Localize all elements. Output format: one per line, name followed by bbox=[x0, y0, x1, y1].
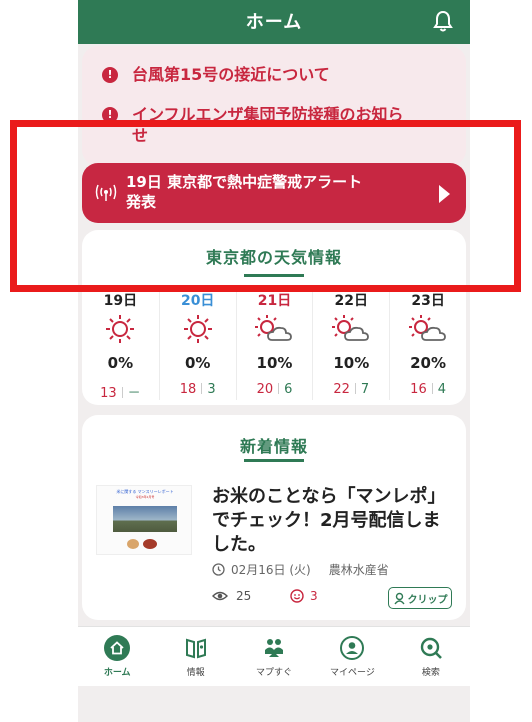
views-value: 25 bbox=[236, 589, 252, 603]
people-icon bbox=[265, 639, 284, 657]
tab-label: 検索 bbox=[421, 668, 440, 678]
sun-cloud-icon bbox=[409, 315, 446, 341]
temperatures: 20 6 bbox=[237, 382, 313, 397]
article-meta: 02月16日 (火) 農林水産省 bbox=[212, 561, 389, 578]
tab-label: マプすぐ bbox=[256, 668, 293, 678]
thumbnail-photo bbox=[113, 506, 177, 532]
clip-label: クリップ bbox=[407, 594, 448, 606]
sun-cloud-icon bbox=[332, 315, 370, 341]
forecast-day: 22日 10% 22 7 bbox=[312, 290, 389, 400]
article-source: 農林水産省 bbox=[328, 563, 389, 577]
tab-label: マイページ bbox=[330, 668, 375, 678]
temperatures: 16 4 bbox=[390, 382, 466, 397]
sun-icon bbox=[106, 315, 135, 343]
smile-icon bbox=[290, 589, 304, 603]
article-thumbnail: 米に関する マンスリーレポート 令和3年2月号 bbox=[96, 485, 192, 555]
news-card: 新着情報 米に関する マンスリーレポート 令和3年2月号 お米のことなら「マンレ… bbox=[82, 415, 466, 620]
annotation-highlight-box bbox=[10, 120, 521, 292]
precip-chance: 10% bbox=[333, 354, 370, 372]
bell-icon[interactable] bbox=[432, 9, 454, 33]
thumbnail-subtitle: 令和3年2月号 bbox=[135, 495, 155, 499]
map-book-icon bbox=[185, 638, 206, 659]
notice-item[interactable]: ! 台風第15号の接近について bbox=[102, 64, 452, 85]
clock-icon bbox=[212, 563, 225, 576]
temp-high: 16 bbox=[410, 382, 427, 397]
page-title: ホーム bbox=[245, 12, 303, 33]
thumbnail-food bbox=[127, 539, 139, 549]
tab-mapsugu[interactable]: マプすぐ bbox=[235, 627, 313, 686]
temp-low: 4 bbox=[437, 382, 446, 397]
forecast-day: 21日 10% 20 6 bbox=[235, 290, 313, 400]
bottom-tab-bar: ホーム 情報 マプすぐ マイページ 検索 bbox=[78, 626, 470, 686]
user-icon bbox=[340, 636, 365, 660]
search-icon bbox=[420, 637, 442, 659]
precip-chance: 0% bbox=[184, 354, 211, 372]
precip-chance: 20% bbox=[410, 354, 447, 372]
tab-mypage[interactable]: マイページ bbox=[313, 627, 391, 686]
tab-label: ホーム bbox=[103, 668, 131, 678]
precip-chance: 0% bbox=[107, 354, 134, 372]
eye-icon bbox=[212, 591, 228, 601]
article-date: 02月16日 (火) bbox=[231, 563, 311, 577]
clip-button[interactable]: クリップ bbox=[388, 587, 452, 609]
temp-high: 18 bbox=[179, 382, 197, 397]
view-count: 25 bbox=[212, 589, 251, 603]
temp-low: 3 bbox=[207, 382, 216, 397]
forecast-row: 19日 0% 13 － 20日 0% 18 3 21日 10% 20 6 22日… bbox=[82, 290, 466, 401]
temp-high: 20 bbox=[256, 382, 274, 397]
likes-value: 3 bbox=[310, 589, 318, 603]
tab-info[interactable]: 情報 bbox=[156, 627, 234, 686]
temp-high: 22 bbox=[333, 382, 350, 397]
sun-icon bbox=[183, 315, 212, 343]
temperatures: 13 － bbox=[82, 382, 159, 401]
exclamation-icon: ! bbox=[102, 67, 118, 83]
news-title: 新着情報 bbox=[239, 437, 308, 456]
temp-low: 7 bbox=[360, 382, 370, 397]
like-count[interactable]: 3 bbox=[290, 589, 318, 603]
day-label: 20日 bbox=[180, 293, 215, 309]
tab-home[interactable]: ホーム bbox=[78, 627, 156, 686]
notice-text: 台風第15号の接近について bbox=[132, 65, 330, 84]
tab-label: 情報 bbox=[186, 668, 205, 678]
day-label: 19日 bbox=[103, 293, 138, 309]
title-underline bbox=[244, 459, 304, 462]
thumbnail-food bbox=[143, 539, 157, 549]
forecast-day: 20日 0% 18 3 bbox=[158, 290, 236, 400]
temp-high: 13 bbox=[100, 386, 117, 401]
temp-low: 6 bbox=[284, 382, 293, 397]
forecast-day: 19日 0% 13 － bbox=[82, 290, 159, 401]
sun-cloud-icon bbox=[255, 315, 293, 341]
app-header: ホーム bbox=[78, 0, 470, 44]
temperatures: 22 7 bbox=[313, 382, 389, 397]
home-icon bbox=[104, 635, 131, 661]
news-article[interactable]: 米に関する マンスリーレポート 令和3年2月号 お米のことなら「マンレポ」でチェ… bbox=[82, 463, 466, 613]
temp-low: － bbox=[127, 386, 141, 401]
tab-search[interactable]: 検索 bbox=[392, 627, 470, 686]
day-label: 23日 bbox=[411, 293, 445, 309]
temperatures: 18 3 bbox=[160, 382, 236, 397]
clip-icon bbox=[393, 592, 405, 604]
forecast-day: 23日 20% 16 4 bbox=[389, 290, 466, 400]
phone-screen: ホーム ! 台風第15号の接近について ! インフルエンザ集団予防接種のお知ら … bbox=[78, 0, 470, 722]
precip-chance: 10% bbox=[256, 354, 293, 372]
day-label: 21日 bbox=[257, 293, 292, 309]
article-stats: 25 3 クリップ bbox=[212, 587, 452, 609]
article-title[interactable]: お米のことなら「マンレポ」でチェック！2月号配信しました。 bbox=[212, 485, 452, 557]
day-label: 22日 bbox=[334, 293, 369, 309]
